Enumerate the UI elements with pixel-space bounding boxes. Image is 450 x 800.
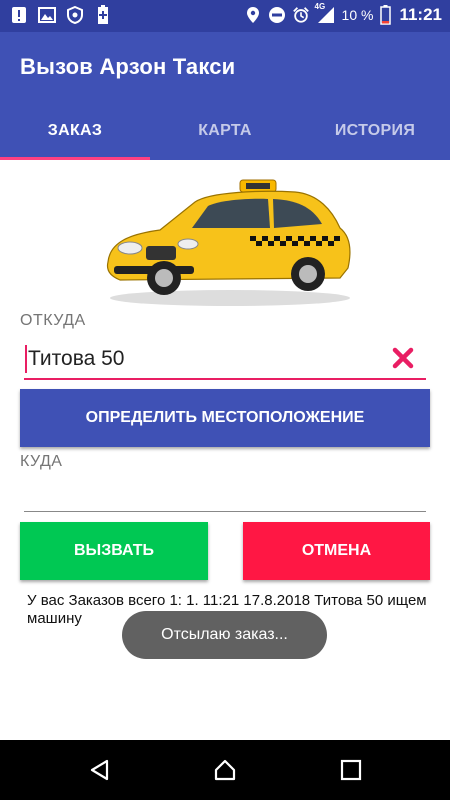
clock: 11:21 <box>399 5 442 24</box>
signal-4g-icon: 4G <box>315 2 336 24</box>
app-bar: Вызов Арзон Такси ЗАКАЗ КАРТА ИСТОРИЯ <box>0 32 450 160</box>
image-icon <box>38 6 56 24</box>
shield-icon <box>66 6 84 24</box>
text-cursor <box>25 345 27 373</box>
call-button[interactable]: ВЫЗВАТЬ <box>20 522 208 580</box>
tab-bar: ЗАКАЗ КАРТА ИСТОРИЯ <box>0 110 450 160</box>
tab-history[interactable]: ИСТОРИЯ <box>300 110 450 160</box>
recents-icon[interactable] <box>339 758 363 782</box>
to-field[interactable] <box>24 476 426 512</box>
locate-button[interactable]: ОПРЕДЕЛИТЬ МЕСТОПОЛОЖЕНИЕ <box>20 389 430 447</box>
battery-icon <box>379 5 391 25</box>
battery-plus-icon <box>94 5 112 24</box>
app-title: Вызов Арзон Такси <box>20 54 236 79</box>
dnd-icon <box>268 6 286 24</box>
taxi-car-image <box>106 179 351 306</box>
back-icon[interactable] <box>88 758 112 782</box>
home-icon[interactable] <box>213 758 237 782</box>
location-icon <box>244 6 262 24</box>
tab-map[interactable]: КАРТА <box>150 110 300 160</box>
battery-percent: 10 % <box>341 7 374 23</box>
navigation-bar <box>0 740 450 800</box>
cancel-button[interactable]: ОТМЕНА <box>243 522 430 580</box>
from-field-value: Титова 50 <box>28 347 125 370</box>
status-bar: 4G 10 % 11:21 <box>0 0 450 32</box>
to-label: КУДА <box>20 453 63 470</box>
alarm-icon <box>292 6 310 24</box>
from-field[interactable]: Титова 50 <box>24 340 426 380</box>
tab-order[interactable]: ЗАКАЗ <box>0 110 150 160</box>
toast-message: Отсылаю заказ... <box>122 611 327 659</box>
clear-icon[interactable] <box>390 345 416 371</box>
alert-icon <box>10 6 28 24</box>
from-label: ОТКУДА <box>20 312 86 329</box>
tab-indicator <box>0 157 150 160</box>
